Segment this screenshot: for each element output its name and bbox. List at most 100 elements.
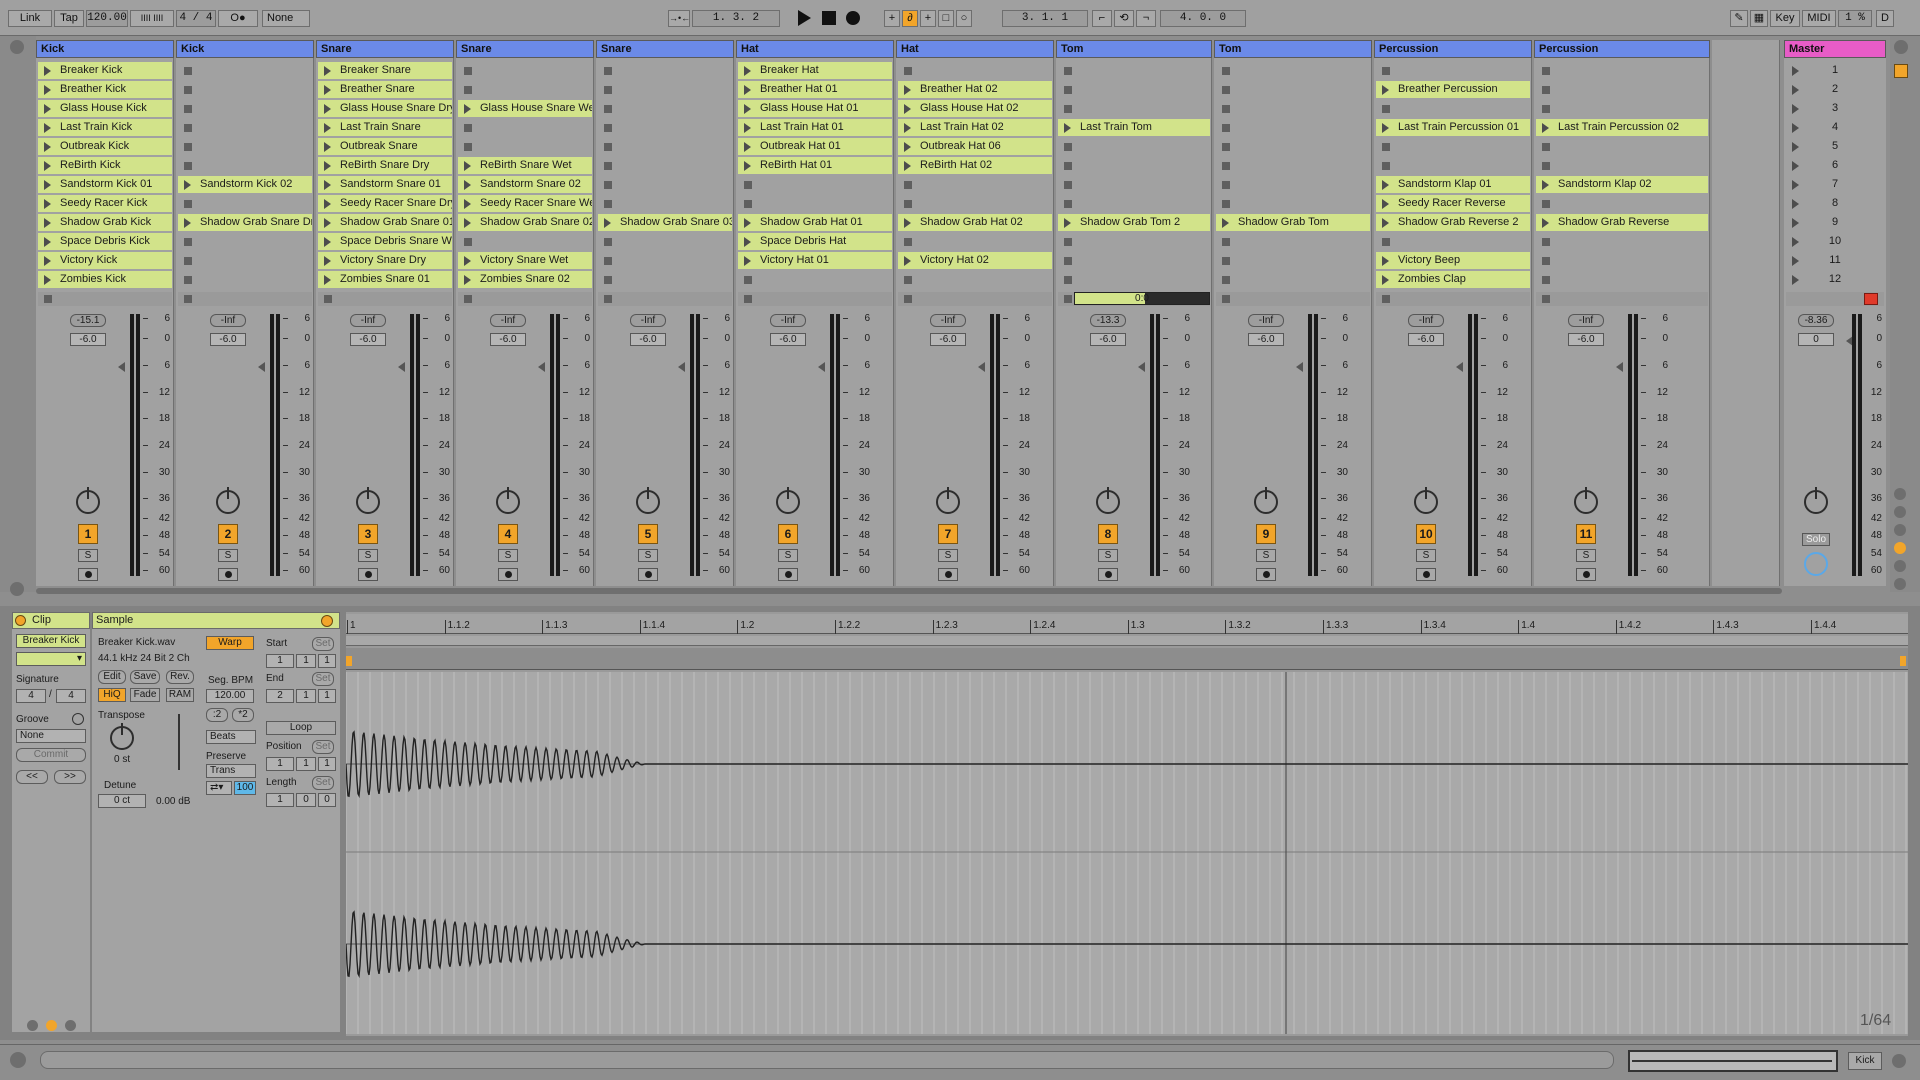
play-icon[interactable] <box>798 10 811 26</box>
clip-slot[interactable]: Victory Snare Dry <box>318 252 452 269</box>
track-stop-button-icon[interactable] <box>1542 295 1550 303</box>
empty-clip-slot[interactable] <box>598 119 732 136</box>
master-pan-knob[interactable] <box>1804 487 1828 514</box>
io-toggle-icon[interactable] <box>10 582 24 596</box>
empty-clip-slot[interactable] <box>1376 100 1530 117</box>
clip-launch-icon[interactable] <box>1382 218 1389 228</box>
punch-in-icon[interactable]: ⌐ <box>1092 10 1112 27</box>
clip-launch-icon[interactable] <box>744 142 751 152</box>
track-activator-button[interactable]: 4 <box>498 524 518 544</box>
volume-fader-handle[interactable] <box>1296 362 1303 372</box>
clip-stop-icon[interactable] <box>904 67 912 75</box>
position-beat-field[interactable]: 1 <box>296 757 316 771</box>
length-beat-field[interactable]: 0 <box>296 793 316 807</box>
clip-launch-icon[interactable] <box>324 66 331 76</box>
clip-launch-icon[interactable] <box>904 85 911 95</box>
clip-stop-icon[interactable] <box>1222 124 1230 132</box>
clip-stop-icon[interactable] <box>184 162 192 170</box>
empty-clip-slot[interactable] <box>178 119 312 136</box>
volume-field[interactable]: -6.0 <box>350 333 386 346</box>
clip-slot[interactable]: Breather Hat 02 <box>898 81 1052 98</box>
clip-stop-icon[interactable] <box>604 86 612 94</box>
track-activator-button[interactable]: 3 <box>358 524 378 544</box>
overdub-icon[interactable]: + <box>884 10 900 27</box>
clip-slot[interactable]: Last Train Hat 02 <box>898 119 1052 136</box>
volume-field[interactable]: -6.0 <box>630 333 666 346</box>
clip-launch-icon[interactable] <box>1542 218 1549 228</box>
clip-launch-icon[interactable] <box>324 104 331 114</box>
empty-clip-slot[interactable] <box>1058 176 1210 193</box>
clip-slot[interactable]: Victory Hat 02 <box>898 252 1052 269</box>
clip-launch-icon[interactable] <box>44 66 51 76</box>
pan-knob[interactable] <box>936 487 960 514</box>
start-beat-field[interactable]: 1 <box>296 654 316 668</box>
clip-stop-icon[interactable] <box>184 124 192 132</box>
clip-launch-icon[interactable] <box>1382 180 1389 190</box>
warp-button[interactable]: Warp <box>206 636 254 650</box>
clip-slot[interactable]: Shadow Grab Snare 01 <box>318 214 452 231</box>
clip-stop-icon[interactable] <box>1222 67 1230 75</box>
track-stop-button-icon[interactable] <box>604 295 612 303</box>
solo-button[interactable]: S <box>358 549 378 562</box>
clip-stop-icon[interactable] <box>1222 86 1230 94</box>
solo-button[interactable]: S <box>778 549 798 562</box>
pan-knob[interactable] <box>1414 487 1438 514</box>
empty-clip-slot[interactable] <box>598 195 732 212</box>
clip-slot[interactable]: Sandstorm Snare 01 <box>318 176 452 193</box>
clip-slot[interactable]: Last Train Hat 01 <box>738 119 892 136</box>
clip-stop-icon[interactable] <box>1064 86 1072 94</box>
position-set-button[interactable]: Set <box>312 740 334 754</box>
clip-stop-icon[interactable] <box>1064 257 1072 265</box>
solo-button[interactable]: S <box>1256 549 1276 562</box>
clip-launch-icon[interactable] <box>1382 123 1389 133</box>
capture-icon[interactable]: □ <box>938 10 954 27</box>
session-scrollbar[interactable] <box>36 588 1782 594</box>
clip-launch-icon[interactable] <box>744 85 751 95</box>
volume-field[interactable]: -6.0 <box>1568 333 1604 346</box>
clip-stop-icon[interactable] <box>1222 181 1230 189</box>
clip-launch-icon[interactable] <box>1382 275 1389 285</box>
track-header[interactable]: Hat <box>896 40 1054 58</box>
empty-clip-slot[interactable] <box>1058 195 1210 212</box>
clip-stop-icon[interactable] <box>1542 67 1550 75</box>
empty-clip-slot[interactable] <box>598 233 732 250</box>
clip-stop-icon[interactable] <box>184 257 192 265</box>
empty-clip-slot[interactable] <box>1216 271 1370 288</box>
clip-slot[interactable]: Breaker Kick <box>38 62 172 79</box>
empty-clip-slot[interactable] <box>1216 100 1370 117</box>
clip-launch-icon[interactable] <box>1542 123 1549 133</box>
clip-slot[interactable]: Glass House Hat 02 <box>898 100 1052 117</box>
volume-fader-handle[interactable] <box>258 362 265 372</box>
nudge-forward-button[interactable]: >> <box>54 770 86 784</box>
follow-button[interactable]: →•← <box>668 10 690 27</box>
start-marker-flag[interactable] <box>346 656 352 666</box>
scene-launch[interactable]: 1 <box>1786 62 1884 79</box>
empty-clip-slot[interactable] <box>738 195 892 212</box>
clip-launch-icon[interactable] <box>904 123 911 133</box>
draw-mode-icon[interactable]: ✎ <box>1730 10 1748 27</box>
clip-launch-icon[interactable] <box>324 161 331 171</box>
clip-slot[interactable]: Breather Hat 01 <box>738 81 892 98</box>
scene-launch-icon[interactable] <box>1792 142 1799 152</box>
clip-launch-icon[interactable] <box>1382 85 1389 95</box>
empty-drop-area[interactable] <box>1712 40 1780 586</box>
end-beat-field[interactable]: 1 <box>296 689 316 703</box>
track-header[interactable]: Tom <box>1056 40 1212 58</box>
clip-slot[interactable]: Last Train Percussion 01 <box>1376 119 1530 136</box>
clip-slot[interactable]: Shadow Grab Reverse 2 <box>1376 214 1530 231</box>
clip-stop-icon[interactable] <box>464 86 472 94</box>
start-sixteenth-field[interactable]: 1 <box>318 654 336 668</box>
empty-clip-slot[interactable] <box>1058 100 1210 117</box>
commit-button[interactable]: Commit <box>16 748 86 762</box>
empty-clip-slot[interactable] <box>598 138 732 155</box>
scene-launch[interactable]: 5 <box>1786 138 1884 155</box>
empty-clip-slot[interactable] <box>1058 233 1210 250</box>
volume-readout[interactable]: -Inf <box>770 314 806 327</box>
pan-knob[interactable] <box>76 487 100 514</box>
empty-clip-slot[interactable] <box>458 62 592 79</box>
clip-stop-icon[interactable] <box>464 143 472 151</box>
clip-launch-icon[interactable] <box>44 142 51 152</box>
clip-slot[interactable]: Sandstorm Klap 01 <box>1376 176 1530 193</box>
scene-launch-icon[interactable] <box>1792 161 1799 171</box>
track-header[interactable]: Percussion <box>1534 40 1710 58</box>
